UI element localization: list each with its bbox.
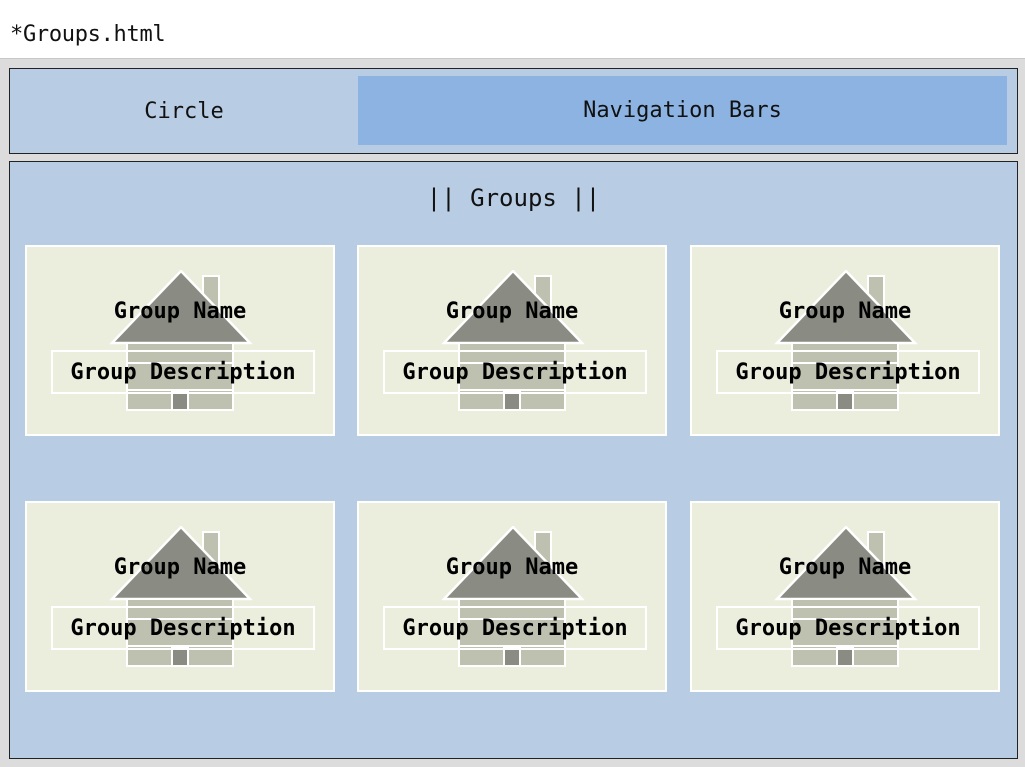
group-description: Group Description <box>716 606 980 650</box>
group-name: Group Name <box>445 555 579 580</box>
window-title: *Groups.html <box>10 22 166 47</box>
circle-logo[interactable]: Circle <box>10 69 358 153</box>
group-card[interactable]: Group Name Group Description <box>357 501 667 692</box>
group-description: Group Description <box>383 350 647 394</box>
group-description: Group Description <box>51 606 315 650</box>
window-titlebar: *Groups.html <box>0 0 1025 59</box>
navigation-bars[interactable]: Navigation Bars <box>358 76 1007 145</box>
group-card[interactable]: Group Name Group Description <box>357 245 667 436</box>
groups-panel: || Groups || Group Name Group Descriptio… <box>9 161 1018 759</box>
group-card[interactable]: Group Name Group Description <box>690 501 1000 692</box>
group-description: Group Description <box>51 350 315 394</box>
group-description: Group Description <box>716 350 980 394</box>
page-title: || Groups || <box>426 184 601 212</box>
group-card[interactable]: Group Name Group Description <box>25 501 335 692</box>
group-card[interactable]: Group Name Group Description <box>25 245 335 436</box>
group-card[interactable]: Group Name Group Description <box>690 245 1000 436</box>
group-name: Group Name <box>778 299 912 324</box>
group-description: Group Description <box>383 606 647 650</box>
group-name: Group Name <box>113 299 247 324</box>
group-name: Group Name <box>113 555 247 580</box>
header-bar: Circle Navigation Bars <box>9 68 1018 154</box>
group-name: Group Name <box>445 299 579 324</box>
group-name: Group Name <box>778 555 912 580</box>
